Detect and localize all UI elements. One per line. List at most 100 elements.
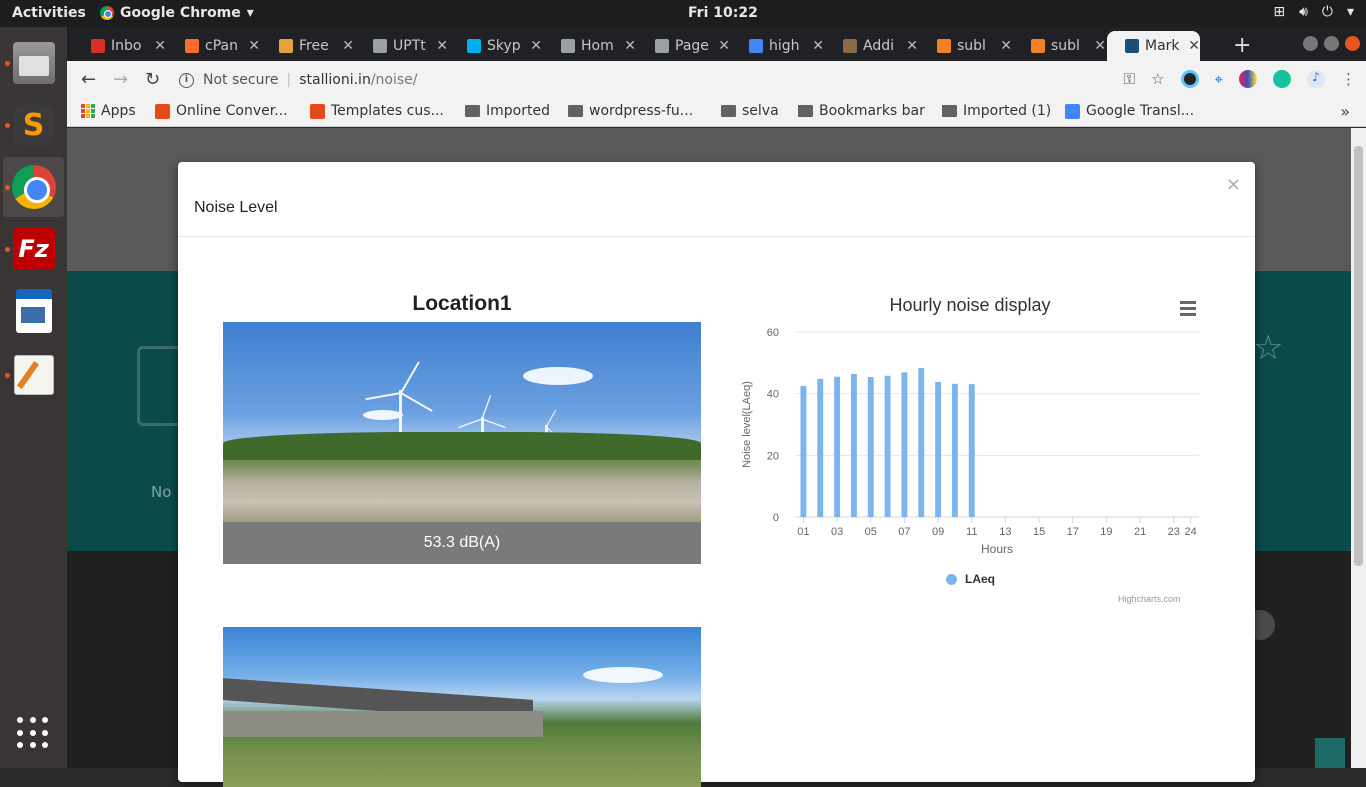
browser-tab[interactable]: Skyp ✕ (449, 31, 542, 61)
chart-bar[interactable] (834, 376, 841, 517)
browser-tab[interactable]: subl ✕ (919, 31, 1012, 61)
tab-label: Free (299, 38, 329, 54)
dock-filezilla[interactable]: Fz (3, 219, 64, 279)
dock-files[interactable] (3, 33, 64, 93)
security-label: Not secure (203, 72, 279, 88)
menu-icon[interactable]: ⋮ (1341, 70, 1356, 88)
close-tab-icon[interactable]: ✕ (436, 38, 448, 54)
close-tab-icon[interactable]: ✕ (906, 38, 918, 54)
close-tab-icon[interactable]: ✕ (1188, 38, 1200, 54)
tab-favicon-icon (749, 39, 763, 53)
dock-sublime[interactable]: S (3, 95, 64, 155)
network-icon[interactable]: ⊞ (1273, 4, 1285, 20)
page-scrollbar[interactable] (1351, 128, 1366, 768)
browser-tab[interactable]: subl ✕ (1013, 31, 1106, 61)
chart-bar[interactable] (951, 383, 958, 517)
browser-tab[interactable]: Free ✕ (261, 31, 354, 61)
more-bookmarks-icon[interactable]: » (1340, 102, 1350, 121)
browser-tab[interactable]: Addi ✕ (825, 31, 918, 61)
forward-icon[interactable]: → (113, 69, 128, 90)
chart-bar[interactable] (850, 373, 857, 517)
volume-icon[interactable]: 🔊︎ (1299, 4, 1308, 20)
show-applications-icon[interactable] (17, 717, 49, 749)
bookmark-item[interactable]: selva (721, 103, 779, 119)
chart-legend[interactable]: LAeq (946, 572, 995, 586)
tab-label: high (769, 38, 800, 54)
close-tab-icon[interactable]: ✕ (342, 38, 354, 54)
close-icon[interactable]: × (1226, 174, 1241, 195)
back-icon[interactable]: ← (81, 69, 96, 90)
bookmark-item[interactable]: Online Conver... (155, 103, 288, 119)
dock-chrome[interactable] (3, 157, 64, 217)
location-photo-2 (223, 627, 701, 787)
browser-tab[interactable]: cPan ✕ (167, 31, 260, 61)
bookmark-item[interactable]: wordpress-fu... (568, 103, 693, 119)
close-tab-icon[interactable]: ✕ (1094, 38, 1106, 54)
activities-button[interactable]: Activities (12, 5, 86, 21)
dock-text-editor[interactable] (3, 345, 64, 405)
browser-tab[interactable]: Hom ✕ (543, 31, 636, 61)
close-tab-icon[interactable]: ✕ (530, 38, 542, 54)
legend-marker (946, 573, 957, 585)
extension-icon[interactable] (1180, 70, 1199, 88)
x-tick-label: 13 (999, 526, 1011, 538)
tab-label: Addi (863, 38, 894, 54)
tab-favicon-icon (91, 39, 105, 53)
bookmark-item[interactable]: Google Transl... (1065, 103, 1194, 119)
chart-bar[interactable] (968, 384, 975, 517)
folder-icon (721, 105, 736, 117)
bookmark-item[interactable]: Imported (1) (942, 103, 1051, 119)
chrome-icon (11, 165, 56, 209)
extension-icon[interactable]: ⌖ (1215, 70, 1223, 88)
clock[interactable]: Fri 10:22 (688, 5, 758, 21)
chart-bar[interactable] (867, 377, 874, 517)
reload-icon[interactable]: ↻ (145, 69, 160, 90)
chart-bar[interactable] (901, 372, 908, 517)
bookmark-item[interactable]: Templates cus... (310, 103, 444, 119)
browser-tab[interactable]: UPTt ✕ (355, 31, 448, 61)
browser-tab[interactable]: high ✕ (731, 31, 824, 61)
browser-tab[interactable]: Mark ✕ (1107, 31, 1200, 61)
key-icon[interactable]: ⚿ (1124, 70, 1135, 88)
system-tray[interactable]: ⊞ 🔊︎ ⏻ ▾ (1273, 4, 1354, 20)
browser-tab[interactable]: Page ✕ (637, 31, 730, 61)
browser-tab[interactable]: Inbo ✕ (73, 31, 166, 61)
address-bar[interactable]: i Not secure | stallioni.in/noise/ (179, 67, 1139, 93)
x-tick-label: 15 (1033, 526, 1045, 538)
bookmark-item[interactable]: Apps (81, 103, 136, 119)
bookmark-item[interactable]: Imported (465, 103, 550, 119)
maximize-button[interactable] (1324, 36, 1339, 51)
close-tab-icon[interactable]: ✕ (624, 38, 636, 54)
close-window-button[interactable] (1345, 36, 1360, 51)
chart-menu-icon[interactable] (1180, 301, 1196, 319)
shed-wall (223, 711, 543, 737)
close-tab-icon[interactable]: ✕ (1000, 38, 1012, 54)
bookmark-item[interactable]: Bookmarks bar (798, 103, 925, 119)
new-tab-button[interactable]: + (1233, 33, 1251, 58)
x-tick-label: 03 (831, 526, 843, 538)
close-tab-icon[interactable]: ✕ (718, 38, 730, 54)
minimize-button[interactable] (1303, 36, 1318, 51)
power-icon[interactable]: ⏻ (1322, 4, 1333, 20)
app-menu[interactable]: Google Chrome ▾ (100, 5, 254, 21)
chart-bar[interactable] (800, 385, 807, 517)
close-tab-icon[interactable]: ✕ (812, 38, 824, 54)
chevron-down-icon[interactable]: ▾ (1347, 4, 1354, 20)
scrollbar-thumb[interactable] (1354, 146, 1363, 566)
chrome-icon (100, 6, 114, 20)
info-icon[interactable]: i (179, 72, 194, 88)
close-tab-icon[interactable]: ✕ (154, 38, 166, 54)
star-icon[interactable]: ☆ (1151, 70, 1164, 88)
close-tab-icon[interactable]: ✕ (248, 38, 260, 54)
chart-bar[interactable] (884, 375, 891, 517)
chart-bar[interactable] (935, 381, 942, 517)
extension-icon[interactable] (1239, 70, 1257, 88)
music-icon[interactable]: ♪ (1307, 70, 1325, 88)
chart-credits[interactable]: Highcharts.com (1118, 594, 1181, 604)
grammarly-icon[interactable] (1273, 70, 1291, 88)
chart-bar[interactable] (817, 378, 824, 517)
chart-bar[interactable] (918, 368, 925, 517)
tab-favicon-icon (373, 39, 387, 53)
scroll-top-button[interactable] (1315, 738, 1345, 768)
dock-writer[interactable] (3, 281, 64, 341)
